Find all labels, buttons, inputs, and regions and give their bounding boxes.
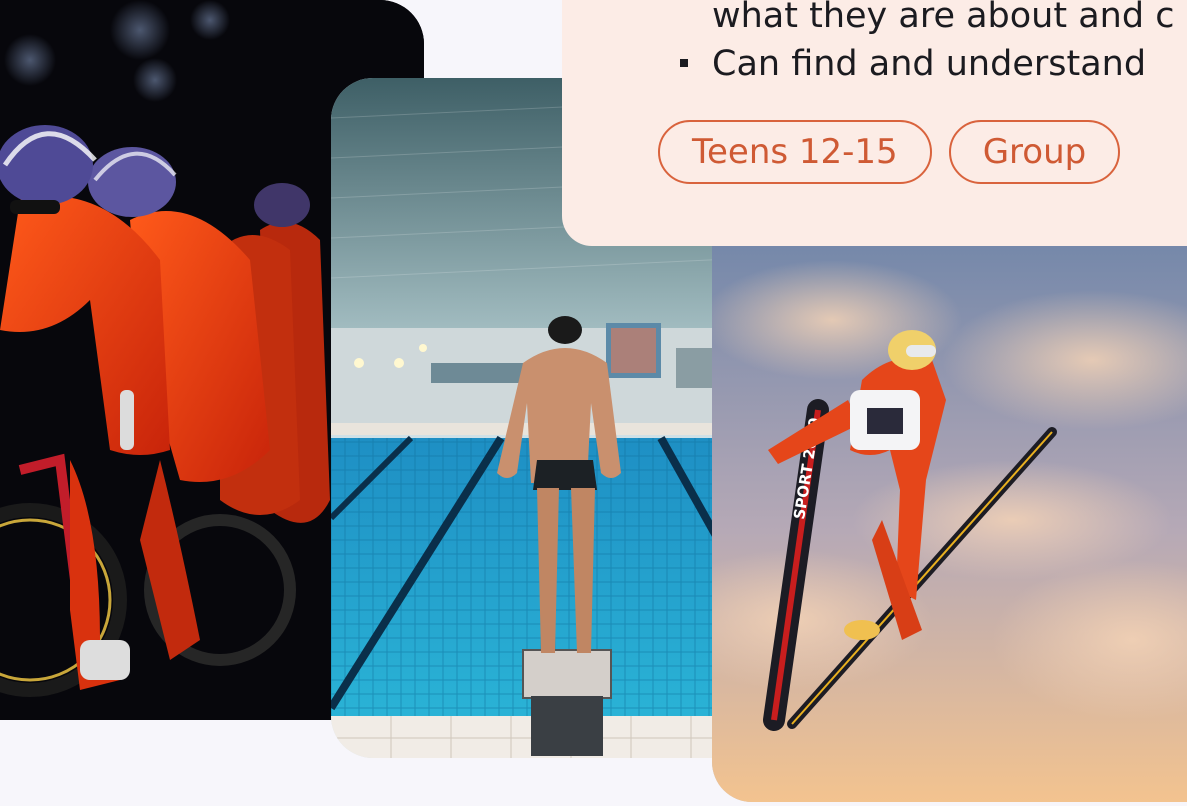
tag-list: Teens 12-15 Group — [658, 120, 1121, 184]
tag-group[interactable]: Group — [948, 120, 1121, 184]
tag-teens[interactable]: Teens 12-15 — [658, 120, 932, 184]
info-line-1-text: what they are about and c — [712, 0, 1175, 36]
photo-collage: SPORT 2000 what they are about and c Can… — [0, 0, 1187, 806]
info-line-1: what they are about and c — [678, 0, 1174, 40]
info-line-2: Can find and understand — [678, 40, 1174, 88]
ski-jumper-photo: SPORT 2000 — [712, 200, 1187, 802]
info-bullet-list: what they are about and c Can find and u… — [678, 0, 1174, 88]
bullet-icon — [680, 59, 688, 67]
info-line-2-text: Can find and understand — [712, 44, 1147, 84]
course-info-card: what they are about and c Can find and u… — [562, 0, 1187, 246]
